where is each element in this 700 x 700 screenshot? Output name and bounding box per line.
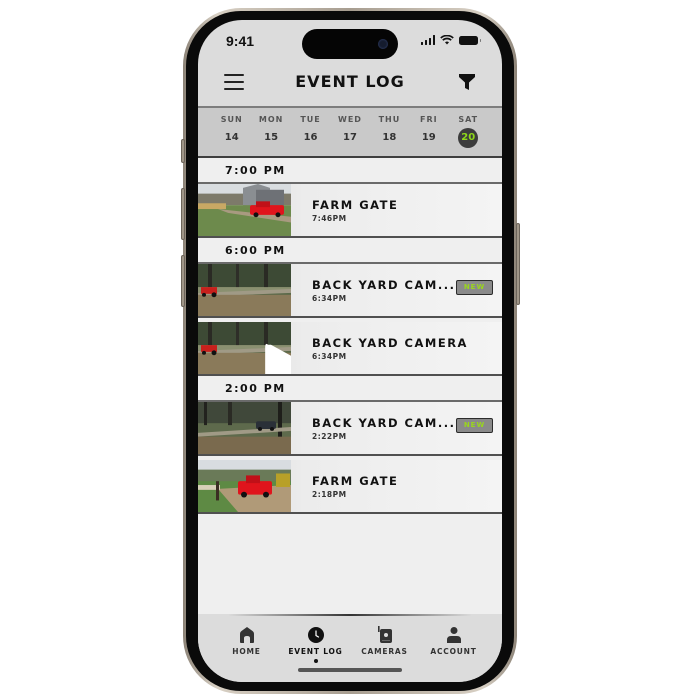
day-mon[interactable]: MON 15 bbox=[255, 108, 287, 156]
day-number: 17 bbox=[343, 132, 357, 143]
day-name: TUE bbox=[300, 115, 321, 124]
power-button bbox=[516, 223, 520, 305]
screen: 9:41 EVENT LOG SUN 14 MON 15 TUE 16 WED … bbox=[198, 20, 502, 682]
volume-down-button bbox=[181, 255, 185, 307]
front-camera-icon bbox=[378, 39, 388, 49]
day-number: 16 bbox=[303, 132, 318, 143]
event-info: BACK YARD CAMERA 6:34PM bbox=[291, 322, 502, 374]
event-thumbnail bbox=[198, 322, 291, 374]
action-button bbox=[181, 139, 185, 163]
event-time: 6:34PM bbox=[312, 352, 347, 361]
event-time: 6:34PM bbox=[312, 294, 347, 303]
home-icon bbox=[239, 627, 254, 643]
event-row[interactable]: BACK YARD CAM... 2:22PM NEW bbox=[198, 402, 502, 456]
hour-header: 2:00 PM bbox=[198, 376, 502, 402]
camera-name: FARM GATE bbox=[312, 474, 399, 488]
nav-event-log[interactable]: EVENT LOG bbox=[283, 626, 349, 663]
event-row[interactable]: BACK YARD CAM... 6:34PM NEW bbox=[198, 264, 502, 318]
day-name: WED bbox=[338, 115, 362, 124]
wifi-icon bbox=[440, 35, 454, 45]
event-list[interactable]: 7:00 PM FARM GATE 7:46PM 6:00 PM BACK YA… bbox=[198, 158, 502, 614]
event-time: 7:46PM bbox=[312, 214, 347, 223]
day-sat-selected[interactable]: SAT 20 bbox=[452, 108, 484, 156]
hour-header: 6:00 PM bbox=[198, 238, 502, 264]
hour-header: 7:00 PM bbox=[198, 158, 502, 184]
nav-cameras[interactable]: CAMERAS bbox=[352, 626, 418, 663]
nav-label: ACCOUNT bbox=[430, 647, 477, 656]
event-row[interactable]: FARM GATE 7:46PM bbox=[198, 184, 502, 238]
app-header: EVENT LOG bbox=[198, 64, 502, 106]
day-wed[interactable]: WED 17 bbox=[334, 108, 366, 156]
day-number-selected: 20 bbox=[458, 128, 479, 148]
day-name: THU bbox=[378, 115, 401, 124]
event-info: FARM GATE 7:46PM bbox=[291, 184, 502, 236]
event-thumbnail bbox=[198, 460, 291, 512]
play-icon[interactable] bbox=[236, 339, 291, 374]
week-day-selector: SUN 14 MON 15 TUE 16 WED 17 THU 18 FRI 1… bbox=[198, 106, 502, 158]
bottom-nav: HOME EVENT LOG CAMERAS ACCOUNT bbox=[198, 614, 502, 682]
event-thumbnail bbox=[198, 402, 291, 454]
day-name: MON bbox=[258, 115, 284, 124]
nav-home[interactable]: HOME bbox=[214, 626, 280, 663]
day-thu[interactable]: THU 18 bbox=[373, 108, 405, 156]
page-title: EVENT LOG bbox=[295, 72, 405, 91]
event-row[interactable]: BACK YARD CAMERA 6:34PM bbox=[198, 318, 502, 376]
camera-name: FARM GATE bbox=[312, 198, 399, 212]
day-number: 15 bbox=[264, 132, 279, 143]
clock-icon bbox=[307, 627, 324, 643]
day-number: 18 bbox=[382, 132, 397, 143]
event-info: FARM GATE 2:18PM bbox=[291, 460, 502, 512]
camera-icon bbox=[377, 626, 392, 643]
nav-label: HOME bbox=[232, 647, 261, 656]
day-name: SUN bbox=[220, 115, 243, 124]
event-row[interactable]: FARM GATE 2:18PM bbox=[198, 456, 502, 514]
nav-label: CAMERAS bbox=[361, 647, 408, 656]
day-tue[interactable]: TUE 16 bbox=[295, 108, 327, 156]
event-time: 2:22PM bbox=[312, 432, 347, 441]
home-indicator[interactable] bbox=[298, 668, 402, 672]
day-name: SAT bbox=[458, 115, 479, 124]
event-thumbnail bbox=[198, 264, 291, 316]
day-sun[interactable]: SUN 14 bbox=[216, 108, 248, 156]
status-icons bbox=[420, 35, 481, 45]
filter-funnel-icon[interactable] bbox=[458, 73, 476, 91]
day-name: FRI bbox=[420, 115, 438, 124]
status-time: 9:41 bbox=[226, 33, 255, 49]
new-badge: NEW bbox=[456, 418, 493, 433]
nav-label: EVENT LOG bbox=[288, 647, 343, 656]
nav-account[interactable]: ACCOUNT bbox=[421, 626, 487, 663]
volume-up-button bbox=[181, 188, 185, 240]
battery-icon bbox=[459, 35, 481, 45]
day-number: 19 bbox=[421, 132, 436, 143]
active-indicator-dot bbox=[313, 659, 318, 663]
cellular-signal-icon bbox=[420, 35, 435, 45]
camera-name: BACK YARD CAMERA bbox=[312, 336, 468, 350]
event-thumbnail bbox=[198, 184, 291, 236]
day-number: 14 bbox=[224, 132, 239, 143]
account-icon bbox=[446, 627, 461, 643]
status-bar: 9:41 bbox=[198, 20, 502, 64]
day-fri[interactable]: FRI 19 bbox=[413, 108, 445, 156]
new-badge: NEW bbox=[456, 280, 493, 295]
event-time: 2:18PM bbox=[312, 490, 347, 499]
dynamic-island bbox=[302, 29, 398, 59]
